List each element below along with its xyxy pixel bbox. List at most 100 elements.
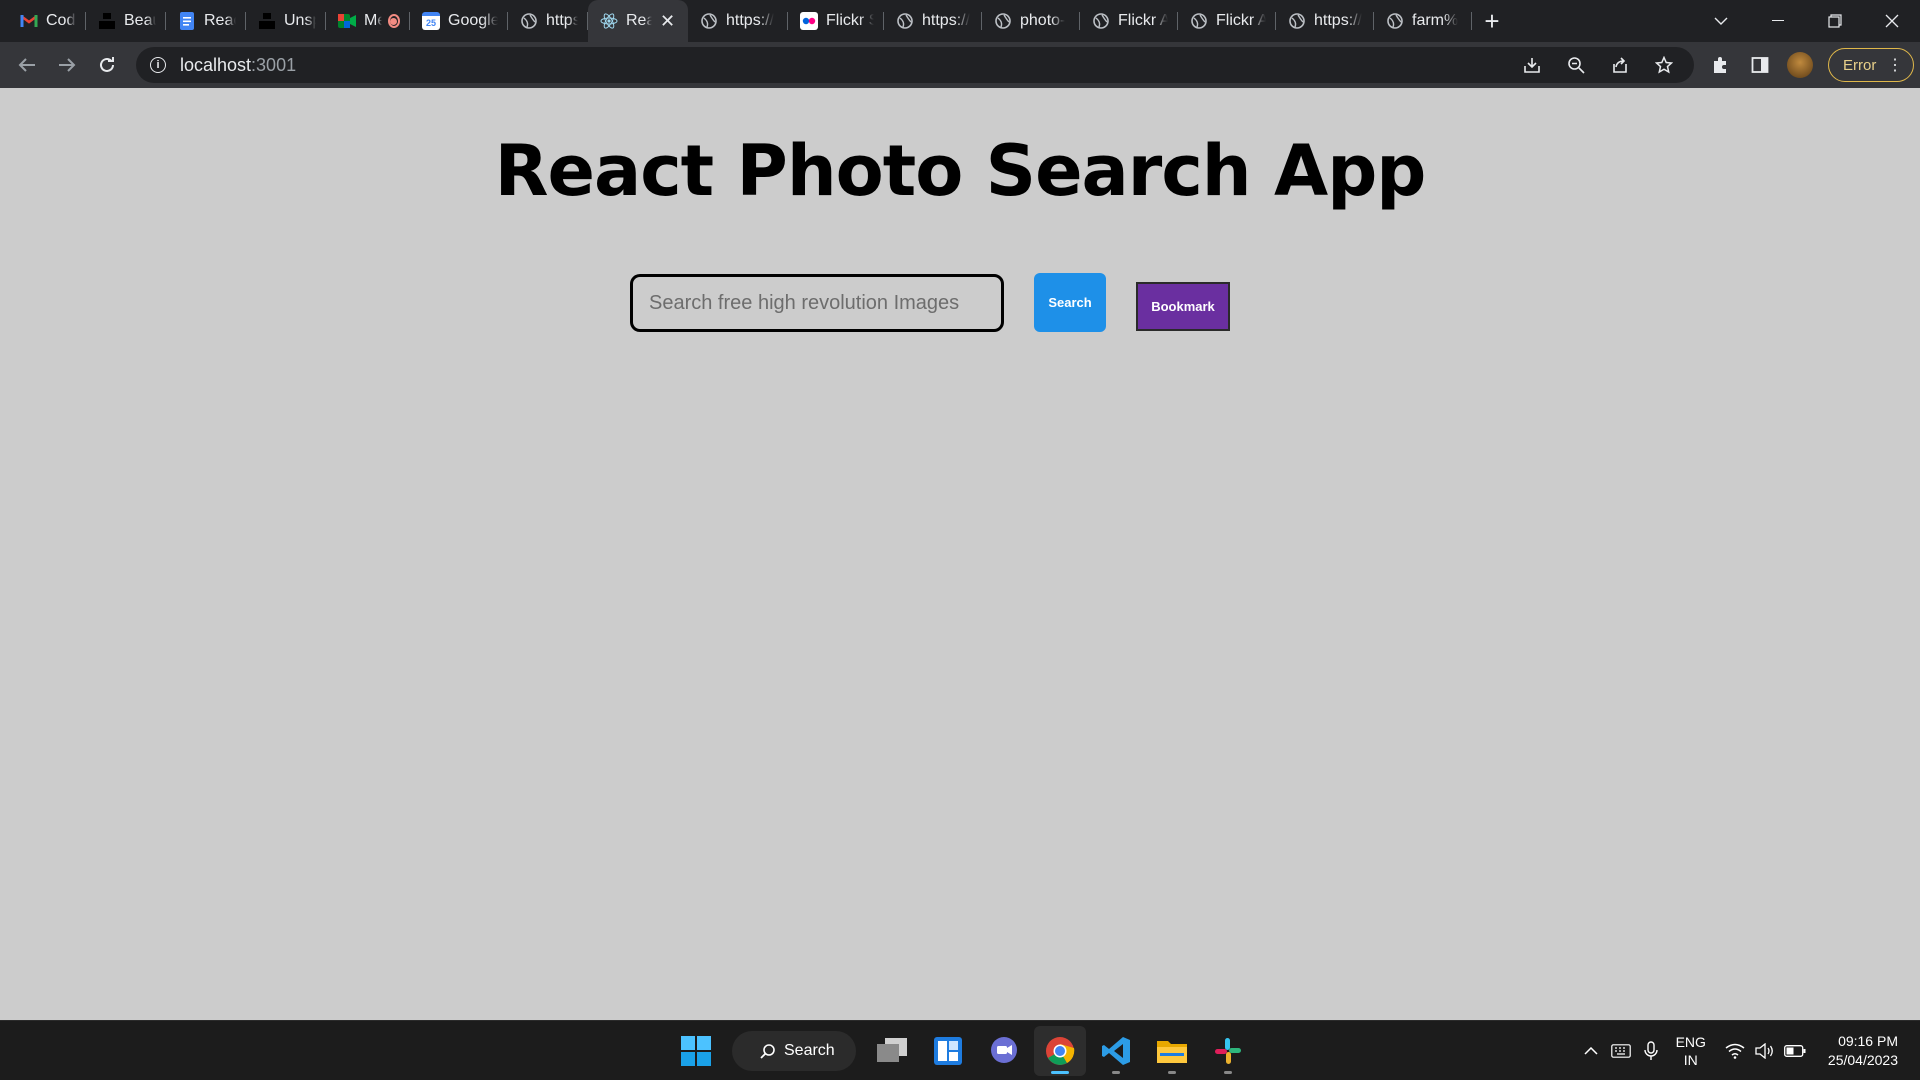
start-button[interactable]: [670, 1026, 722, 1076]
slack-taskbar-button[interactable]: [1202, 1026, 1254, 1076]
task-view-button[interactable]: [866, 1026, 918, 1076]
taskbar-search-label: Search: [784, 1042, 835, 1059]
toolbar-right-buttons: Error ⋮: [1700, 45, 1914, 85]
tab-label: photo-: [1020, 12, 1066, 29]
language-code: ENG: [1675, 1034, 1706, 1050]
chrome-icon: [1046, 1037, 1075, 1065]
tab-gmail[interactable]: Coding: [8, 0, 86, 42]
info-icon[interactable]: i: [150, 57, 166, 73]
search-icon: [760, 1044, 775, 1059]
arrow-left-icon: [18, 58, 35, 72]
page-title: React Photo Search App: [494, 130, 1427, 212]
error-menu-button[interactable]: Error ⋮: [1828, 48, 1914, 82]
tab-google-calendar[interactable]: 25 Google: [410, 0, 508, 42]
zoom-button[interactable]: [1556, 45, 1596, 85]
share-button[interactable]: [1600, 45, 1640, 85]
widgets-button[interactable]: [922, 1026, 974, 1076]
show-hidden-icons-button[interactable]: [1576, 1031, 1606, 1071]
tab-label: React -: [204, 12, 236, 29]
tab-https-3[interactable]: https://: [884, 0, 982, 42]
gmail-icon: [20, 12, 38, 30]
battery-status[interactable]: [1780, 1031, 1810, 1071]
error-label: Error: [1843, 56, 1877, 74]
chrome-taskbar-button[interactable]: [1034, 1026, 1086, 1076]
tab-unsplash[interactable]: Unspla: [246, 0, 326, 42]
unsplash-icon: [98, 12, 116, 30]
running-indicator: [1224, 1071, 1232, 1074]
vscode-icon: [1102, 1037, 1130, 1065]
chevron-down-icon: [1714, 17, 1727, 25]
tab-label: Coding: [46, 12, 76, 29]
tab-search-button[interactable]: [1692, 0, 1749, 42]
folder-icon: [1157, 1041, 1187, 1063]
tab-https-1[interactable]: https://: [508, 0, 588, 42]
recording-icon: [387, 14, 400, 28]
system-tray: ENG IN 09:16 PM 25/04/2023: [1576, 1021, 1920, 1080]
chat-icon: [991, 1037, 1017, 1063]
close-window-button[interactable]: [1863, 0, 1920, 42]
back-button[interactable]: [7, 45, 47, 85]
bookmark-star-button[interactable]: [1644, 45, 1684, 85]
arrow-right-icon: [59, 58, 76, 72]
forward-button[interactable]: [47, 45, 87, 85]
tab-https-4[interactable]: https://: [1276, 0, 1374, 42]
tab-https-2[interactable]: https://: [688, 0, 788, 42]
unsplash-icon: [258, 12, 276, 30]
tab-farm[interactable]: farm%: [1374, 0, 1472, 42]
close-tab-icon[interactable]: ✕: [660, 11, 675, 32]
omnibox-actions: [1512, 47, 1684, 83]
search-button[interactable]: Search: [1034, 273, 1106, 332]
tab-label: https://: [546, 12, 578, 29]
touch-keyboard-button[interactable]: [1606, 1031, 1636, 1071]
language-indicator[interactable]: ENG IN: [1676, 1033, 1706, 1069]
microphone-button[interactable]: [1636, 1031, 1666, 1071]
bookmark-button[interactable]: Bookmark: [1136, 282, 1230, 331]
file-explorer-button[interactable]: [1146, 1026, 1198, 1076]
slack-icon: [1215, 1038, 1241, 1064]
extensions-button[interactable]: [1700, 45, 1740, 85]
globe-icon: [1190, 12, 1208, 30]
tab-beautiful[interactable]: Beautif: [86, 0, 166, 42]
browser-tab-strip: Coding Beautif React - Unspla Me 25 Googl…: [0, 0, 1920, 42]
volume-status[interactable]: [1750, 1031, 1780, 1071]
tab-react-docs[interactable]: React -: [166, 0, 246, 42]
minimize-button[interactable]: [1749, 0, 1806, 42]
more-vertical-icon: ⋮: [1887, 57, 1903, 74]
tab-photo[interactable]: photo-: [982, 0, 1080, 42]
wifi-status[interactable]: [1720, 1031, 1750, 1071]
running-indicator: [1168, 1071, 1176, 1074]
side-panel-button[interactable]: [1740, 45, 1780, 85]
address-bar[interactable]: i localhost:3001: [136, 47, 1694, 83]
plus-icon: +: [1484, 5, 1500, 36]
windows-icon: [681, 1036, 711, 1066]
tab-label: https://: [726, 12, 775, 29]
tab-label: Beautif: [124, 12, 156, 29]
search-input[interactable]: [630, 274, 1004, 332]
reload-icon: [100, 57, 114, 72]
tab-label: Flickr A: [1118, 12, 1168, 29]
tab-flickr-api-1[interactable]: Flickr A: [1080, 0, 1178, 42]
reload-button[interactable]: [87, 45, 127, 85]
wifi-icon: [1725, 1043, 1745, 1059]
tab-flickr[interactable]: Flickr S: [788, 0, 884, 42]
new-tab-button[interactable]: +: [1472, 0, 1512, 42]
page-content: React Photo Search App Search Bookmark: [0, 88, 1920, 1020]
restore-button[interactable]: [1806, 0, 1863, 42]
star-icon: [1655, 56, 1673, 74]
tab-react-app[interactable]: Rea ✕: [588, 0, 688, 42]
taskbar-search[interactable]: Search: [732, 1031, 856, 1071]
tab-meet[interactable]: Me: [326, 0, 410, 42]
taskbar-apps: Search: [670, 1021, 1254, 1080]
install-app-button[interactable]: [1512, 45, 1552, 85]
globe-icon: [896, 12, 914, 30]
vscode-taskbar-button[interactable]: [1090, 1026, 1142, 1076]
restore-icon: [1827, 14, 1842, 28]
tab-flickr-api-2[interactable]: Flickr A: [1178, 0, 1276, 42]
teams-chat-button[interactable]: [978, 1026, 1030, 1076]
tab-label: Flickr A: [1216, 12, 1266, 29]
clock[interactable]: 09:16 PM 25/04/2023: [1828, 1032, 1898, 1070]
side-panel-icon: [1751, 57, 1769, 73]
profile-button[interactable]: [1780, 45, 1820, 85]
meet-icon: [338, 12, 356, 30]
flickr-icon: [800, 12, 818, 30]
